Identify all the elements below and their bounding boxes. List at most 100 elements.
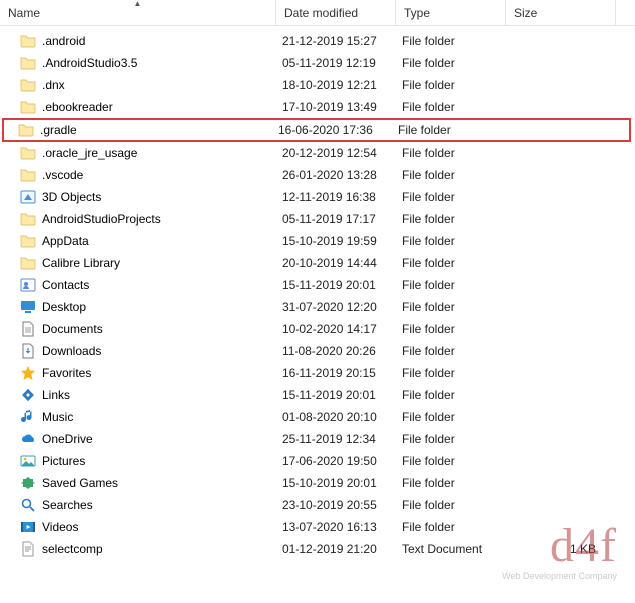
favorites-icon bbox=[20, 365, 36, 381]
file-row[interactable]: AppData15-10-2019 19:59File folder bbox=[0, 230, 635, 252]
folder-icon bbox=[20, 33, 36, 49]
file-name-label: Calibre Library bbox=[42, 256, 120, 270]
file-type-cell: Text Document bbox=[394, 542, 504, 556]
file-name-cell: Documents bbox=[6, 321, 274, 337]
videos-icon bbox=[20, 519, 36, 535]
file-name-label: .android bbox=[42, 34, 85, 48]
file-type-cell: File folder bbox=[394, 100, 504, 114]
file-type-cell: File folder bbox=[394, 520, 504, 534]
file-row[interactable]: Videos13-07-2020 16:13File folder bbox=[0, 516, 635, 538]
file-name-cell: Videos bbox=[6, 519, 274, 535]
file-row[interactable]: .AndroidStudio3.5 05-11-2019 12:19File fo… bbox=[0, 52, 635, 74]
file-type-cell: File folder bbox=[394, 256, 504, 270]
folder-icon bbox=[20, 233, 36, 249]
file-row[interactable]: Searches23-10-2019 20:55File folder bbox=[0, 494, 635, 516]
file-name-label: .AndroidStudio3.5 bbox=[42, 56, 137, 70]
file-row[interactable]: Pictures 17-06-2020 19:50File folder bbox=[0, 450, 635, 472]
file-name-label: OneDrive bbox=[42, 432, 93, 446]
file-row[interactable]: .ebookreader17-10-2019 13:49File folder bbox=[0, 96, 635, 118]
file-name-label: Documents bbox=[42, 322, 103, 336]
file-list: .android21-12-2019 15:27File folder.Andr… bbox=[0, 26, 635, 560]
textfile-icon bbox=[20, 541, 36, 557]
file-date-cell: 18-10-2019 12:21 bbox=[274, 78, 394, 92]
file-name-cell: .oracle_jre_usage bbox=[6, 145, 274, 161]
file-name-cell: .ebookreader bbox=[6, 99, 274, 115]
column-header-type[interactable]: Type bbox=[396, 0, 506, 25]
file-type-cell: File folder bbox=[394, 322, 504, 336]
file-row[interactable]: .android21-12-2019 15:27File folder bbox=[0, 30, 635, 52]
file-date-cell: 17-06-2020 19:50 bbox=[274, 454, 394, 468]
file-date-cell: 15-11-2019 20:01 bbox=[274, 278, 394, 292]
file-name-cell: Music bbox=[6, 409, 274, 425]
file-row[interactable]: .vscode26-01-2020 13:28File folder bbox=[0, 164, 635, 186]
file-name-cell: .dnx bbox=[6, 77, 274, 93]
file-name-label: 3D Objects bbox=[42, 190, 101, 204]
file-type-cell: File folder bbox=[394, 388, 504, 402]
file-date-cell: 26-01-2020 13:28 bbox=[274, 168, 394, 182]
file-name-cell: Saved Games bbox=[6, 475, 274, 491]
file-row[interactable]: .dnx18-10-2019 12:21File folder bbox=[0, 74, 635, 96]
column-header-size[interactable]: Size bbox=[506, 0, 616, 25]
file-row[interactable]: 3D Objects12-11-2019 16:38File folder bbox=[0, 186, 635, 208]
column-header-size-label: Size bbox=[514, 6, 537, 20]
file-row[interactable]: Contacts15-11-2019 20:01File folder bbox=[0, 274, 635, 296]
file-name-label: Pictures bbox=[42, 454, 85, 468]
file-name-label: .vscode bbox=[42, 168, 83, 182]
folder-icon bbox=[20, 167, 36, 183]
file-date-cell: 17-10-2019 13:49 bbox=[274, 100, 394, 114]
file-date-cell: 25-11-2019 12:34 bbox=[274, 432, 394, 446]
file-row[interactable]: Calibre Library20-10-2019 14:44File fold… bbox=[0, 252, 635, 274]
file-type-cell: File folder bbox=[394, 454, 504, 468]
pictures-icon bbox=[20, 453, 36, 469]
folder-icon bbox=[20, 211, 36, 227]
file-row[interactable]: AndroidStudioProjects05-11-2019 17:17Fil… bbox=[0, 208, 635, 230]
file-row[interactable]: Favorites16-11-2019 20:15File folder bbox=[0, 362, 635, 384]
column-header-name[interactable]: Name ▲ bbox=[0, 0, 276, 25]
file-row[interactable]: Saved Games15-10-2019 20:01File folder bbox=[0, 472, 635, 494]
file-type-cell: File folder bbox=[394, 278, 504, 292]
file-row[interactable]: Downloads11-08-2020 20:26File folder bbox=[0, 340, 635, 362]
file-type-cell: File folder bbox=[394, 212, 504, 226]
file-name-cell: AppData bbox=[6, 233, 274, 249]
file-date-cell: 16-11-2019 20:15 bbox=[274, 366, 394, 380]
file-date-cell: 01-12-2019 21:20 bbox=[274, 542, 394, 556]
file-row[interactable]: .gradle16-06-2020 17:36File folder bbox=[2, 118, 631, 142]
file-date-cell: 10-02-2020 14:17 bbox=[274, 322, 394, 336]
file-row[interactable]: .oracle_jre_usage20-12-2019 12:54File fo… bbox=[0, 142, 635, 164]
file-row[interactable]: Desktop31-07-2020 12:20File folder bbox=[0, 296, 635, 318]
column-header-date-label: Date modified bbox=[284, 6, 358, 20]
file-type-cell: File folder bbox=[394, 190, 504, 204]
file-name-cell: .vscode bbox=[6, 167, 274, 183]
file-type-cell: File folder bbox=[394, 56, 504, 70]
file-date-cell: 16-06-2020 17:36 bbox=[270, 123, 390, 137]
file-date-cell: 23-10-2019 20:55 bbox=[274, 498, 394, 512]
sort-ascending-icon: ▲ bbox=[134, 0, 142, 8]
file-name-cell: Calibre Library bbox=[6, 255, 274, 271]
file-name-label: Music bbox=[42, 410, 73, 424]
file-name-label: Links bbox=[42, 388, 70, 402]
3dobjects-icon bbox=[20, 189, 36, 205]
file-date-cell: 05-11-2019 12:19 bbox=[274, 56, 394, 70]
folder-icon bbox=[20, 77, 36, 93]
file-row[interactable]: Music01-08-2020 20:10File folder bbox=[0, 406, 635, 428]
file-date-cell: 31-07-2020 12:20 bbox=[274, 300, 394, 314]
file-type-cell: File folder bbox=[394, 476, 504, 490]
file-type-cell: File folder bbox=[394, 498, 504, 512]
file-name-cell: Contacts bbox=[6, 277, 274, 293]
file-name-label: AppData bbox=[42, 234, 89, 248]
file-date-cell: 15-11-2019 20:01 bbox=[274, 388, 394, 402]
file-name-label: Saved Games bbox=[42, 476, 118, 490]
downloads-icon bbox=[20, 343, 36, 359]
file-name-label: AndroidStudioProjects bbox=[42, 212, 161, 226]
column-header-date[interactable]: Date modified bbox=[276, 0, 396, 25]
file-row[interactable]: OneDrive25-11-2019 12:34File folder bbox=[0, 428, 635, 450]
file-name-label: selectcomp bbox=[42, 542, 103, 556]
file-row[interactable]: Links 15-11-2019 20:01File folder bbox=[0, 384, 635, 406]
column-header-name-label: Name bbox=[8, 6, 40, 20]
file-row[interactable]: Documents 10-02-2020 14:17File folder bbox=[0, 318, 635, 340]
desktop-icon bbox=[20, 299, 36, 315]
file-name-label: .oracle_jre_usage bbox=[42, 146, 137, 160]
file-row[interactable]: selectcomp01-12-2019 21:20Text Document1… bbox=[0, 538, 635, 560]
file-name-cell: Searches bbox=[6, 497, 274, 513]
folder-icon bbox=[20, 99, 36, 115]
